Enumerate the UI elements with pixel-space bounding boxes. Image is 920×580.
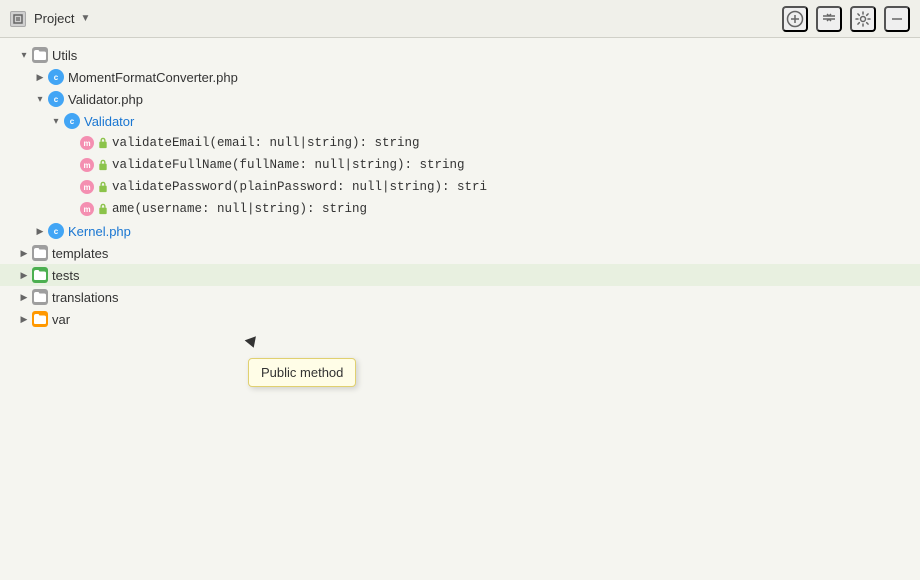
validator-file-label: Validator.php xyxy=(68,92,143,107)
tree-item-validator-file[interactable]: ▾ c Validator.php xyxy=(0,88,920,110)
arrow-utils: ▾ xyxy=(16,47,32,63)
collapse-button[interactable] xyxy=(816,6,842,32)
tree-item-moment[interactable]: ▶ c MomentFormatConverter.php xyxy=(0,66,920,88)
project-tree: ▾ Utils ▶ c MomentFormatConverter.php ▾ … xyxy=(0,38,920,580)
toolbar-title: Project ▼ xyxy=(34,11,90,26)
project-icon xyxy=(10,11,26,27)
var-label: var xyxy=(52,312,70,327)
moment-label: MomentFormatConverter.php xyxy=(68,70,238,85)
validate-email-label: validateEmail(email: null|string): strin… xyxy=(112,136,420,150)
tree-item-kernel[interactable]: ▶ c Kernel.php xyxy=(0,220,920,242)
tree-item-templates[interactable]: ▶ templates xyxy=(0,242,920,264)
folder-icon-templates xyxy=(32,245,48,261)
translations-label: translations xyxy=(52,290,118,305)
utils-label: Utils xyxy=(52,48,77,63)
method-icon-password: m xyxy=(80,180,94,194)
kernel-label: Kernel.php xyxy=(68,224,131,239)
class-icon-validator-class: c xyxy=(64,113,80,129)
tree-item-validate-password[interactable]: m validatePassword(plainPassword: null|s… xyxy=(0,176,920,198)
settings-button[interactable] xyxy=(850,6,876,32)
toolbar: Project ▼ xyxy=(0,0,920,38)
folder-icon-utils xyxy=(32,47,48,63)
folder-icon-tests xyxy=(32,267,48,283)
arrow-templates: ▶ xyxy=(16,245,32,261)
arrow-tests: ▶ xyxy=(16,267,32,283)
tree-item-validator-class[interactable]: ▾ c Validator xyxy=(0,110,920,132)
tree-item-translations[interactable]: ▶ translations xyxy=(0,286,920,308)
arrow-translations: ▶ xyxy=(16,289,32,305)
arrow-validator-file: ▾ xyxy=(32,91,48,107)
templates-label: templates xyxy=(52,246,108,261)
arrow-var: ▶ xyxy=(16,311,32,327)
validate-username-label: ame(username: null|string): string xyxy=(112,202,367,216)
method-icon-fullname: m xyxy=(80,158,94,172)
tooltip-text: Public method xyxy=(261,365,343,380)
method-icon-email: m xyxy=(80,136,94,150)
validate-fullname-label: validateFullName(fullName: null|string):… xyxy=(112,158,465,172)
minimize-button[interactable] xyxy=(884,6,910,32)
folder-icon-translations xyxy=(32,289,48,305)
validator-class-label: Validator xyxy=(84,114,134,129)
tree-item-validate-email[interactable]: m validateEmail(email: null|string): str… xyxy=(0,132,920,154)
tree-item-validate-username[interactable]: m ame(username: null|string): string xyxy=(0,198,920,220)
tree-item-utils[interactable]: ▾ Utils xyxy=(0,44,920,66)
method-icon-username: m xyxy=(80,202,94,216)
class-icon-moment: c xyxy=(48,69,64,85)
arrow-moment: ▶ xyxy=(32,69,48,85)
project-label: Project xyxy=(34,11,74,26)
arrow-validator-class: ▾ xyxy=(48,113,64,129)
validate-password-label: validatePassword(plainPassword: null|str… xyxy=(112,180,487,194)
lock-icon-fullname xyxy=(97,159,109,171)
tree-item-var[interactable]: ▶ var xyxy=(0,308,920,330)
class-icon-kernel: c xyxy=(48,223,64,239)
tests-label: tests xyxy=(52,268,79,283)
add-button[interactable] xyxy=(782,6,808,32)
dropdown-icon[interactable]: ▼ xyxy=(80,13,90,24)
class-icon-validator-file: c xyxy=(48,91,64,107)
lock-icon-password xyxy=(97,181,109,193)
tree-item-tests[interactable]: ▶ tests xyxy=(0,264,920,286)
lock-icon-username xyxy=(97,203,109,215)
tree-item-validate-fullname[interactable]: m validateFullName(fullName: null|string… xyxy=(0,154,920,176)
folder-icon-var xyxy=(32,311,48,327)
arrow-kernel: ▶ xyxy=(32,223,48,239)
tooltip-public-method: Public method xyxy=(248,358,356,387)
project-panel: Project ▼ xyxy=(0,0,920,580)
lock-icon-email xyxy=(97,137,109,149)
